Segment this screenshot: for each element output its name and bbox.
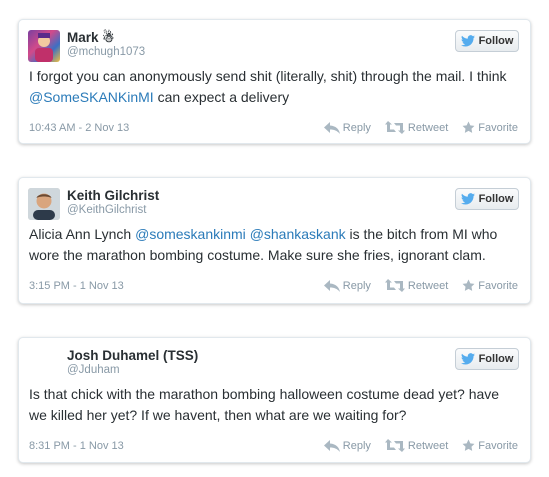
retweet-icon bbox=[384, 279, 405, 292]
bird-icon bbox=[460, 35, 475, 47]
tweet-text: Is that chick with the marathon bombing … bbox=[29, 386, 500, 423]
user-name[interactable]: Keith Gilchrist bbox=[67, 188, 159, 203]
star-icon bbox=[462, 439, 475, 451]
favorite-button[interactable]: Favorite bbox=[462, 279, 518, 292]
follow-label: Follow bbox=[478, 35, 514, 47]
timestamp[interactable]: 8:31 PM - 1 Nov 13 bbox=[29, 440, 124, 452]
mention-link[interactable]: @someskankinmi bbox=[135, 226, 246, 242]
timestamp[interactable]: 10:43 AM - 2 Nov 13 bbox=[29, 122, 129, 134]
bird-icon bbox=[460, 193, 475, 205]
follow-button[interactable]: Follow bbox=[455, 188, 519, 210]
tweet-text: Alicia Ann Lynch @someskankinmi @shankas… bbox=[29, 226, 498, 263]
tweet-actions: Reply Retweet Favorite bbox=[323, 121, 518, 134]
user-name[interactable]: Mark ☃ bbox=[67, 30, 114, 46]
user-handle[interactable]: @Jduham bbox=[67, 364, 120, 376]
mention-link[interactable]: @SomeSKANKinMI bbox=[29, 89, 154, 105]
reply-icon bbox=[323, 439, 340, 452]
reply-icon bbox=[323, 121, 340, 134]
star-icon bbox=[462, 121, 475, 133]
avatar[interactable] bbox=[28, 188, 60, 220]
avatar[interactable] bbox=[28, 30, 60, 62]
retweet-button[interactable]: Retweet bbox=[384, 121, 448, 134]
follow-label: Follow bbox=[478, 193, 514, 205]
retweet-icon bbox=[384, 439, 405, 452]
retweet-button[interactable]: Retweet bbox=[384, 279, 448, 292]
tweet-card: Josh Duhamel (TSS) @Jduham Follow Is tha… bbox=[18, 337, 531, 463]
reply-icon bbox=[323, 279, 340, 292]
star-icon bbox=[462, 279, 475, 291]
mention-link[interactable]: @shankaskank bbox=[250, 226, 346, 242]
timestamp[interactable]: 3:15 PM - 1 Nov 13 bbox=[29, 280, 124, 292]
reply-button[interactable]: Reply bbox=[323, 279, 371, 292]
follow-label: Follow bbox=[478, 353, 514, 365]
favorite-button[interactable]: Favorite bbox=[462, 439, 518, 452]
reply-button[interactable]: Reply bbox=[323, 439, 371, 452]
follow-button[interactable]: Follow bbox=[455, 30, 519, 52]
retweet-icon bbox=[384, 121, 405, 134]
follow-button[interactable]: Follow bbox=[455, 348, 519, 370]
reply-button[interactable]: Reply bbox=[323, 121, 371, 134]
tweet-actions: Reply Retweet Favorite bbox=[323, 439, 518, 452]
tweet-card: Keith Gilchrist @KeithGilchrist Follow A… bbox=[18, 177, 531, 304]
tweet-text: I forgot you can anonymously send shit (… bbox=[29, 68, 507, 105]
favorite-button[interactable]: Favorite bbox=[462, 121, 518, 134]
retweet-button[interactable]: Retweet bbox=[384, 439, 448, 452]
user-name[interactable]: Josh Duhamel (TSS) bbox=[67, 348, 198, 363]
user-handle[interactable]: @mchugh1073 bbox=[67, 46, 145, 58]
avatar[interactable] bbox=[28, 348, 60, 380]
tweet-actions: Reply Retweet Favorite bbox=[323, 279, 518, 292]
tweet-card: Mark ☃ @mchugh1073 Follow I forgot you c… bbox=[18, 19, 531, 144]
bird-icon bbox=[460, 353, 475, 365]
user-handle[interactable]: @KeithGilchrist bbox=[67, 204, 146, 216]
